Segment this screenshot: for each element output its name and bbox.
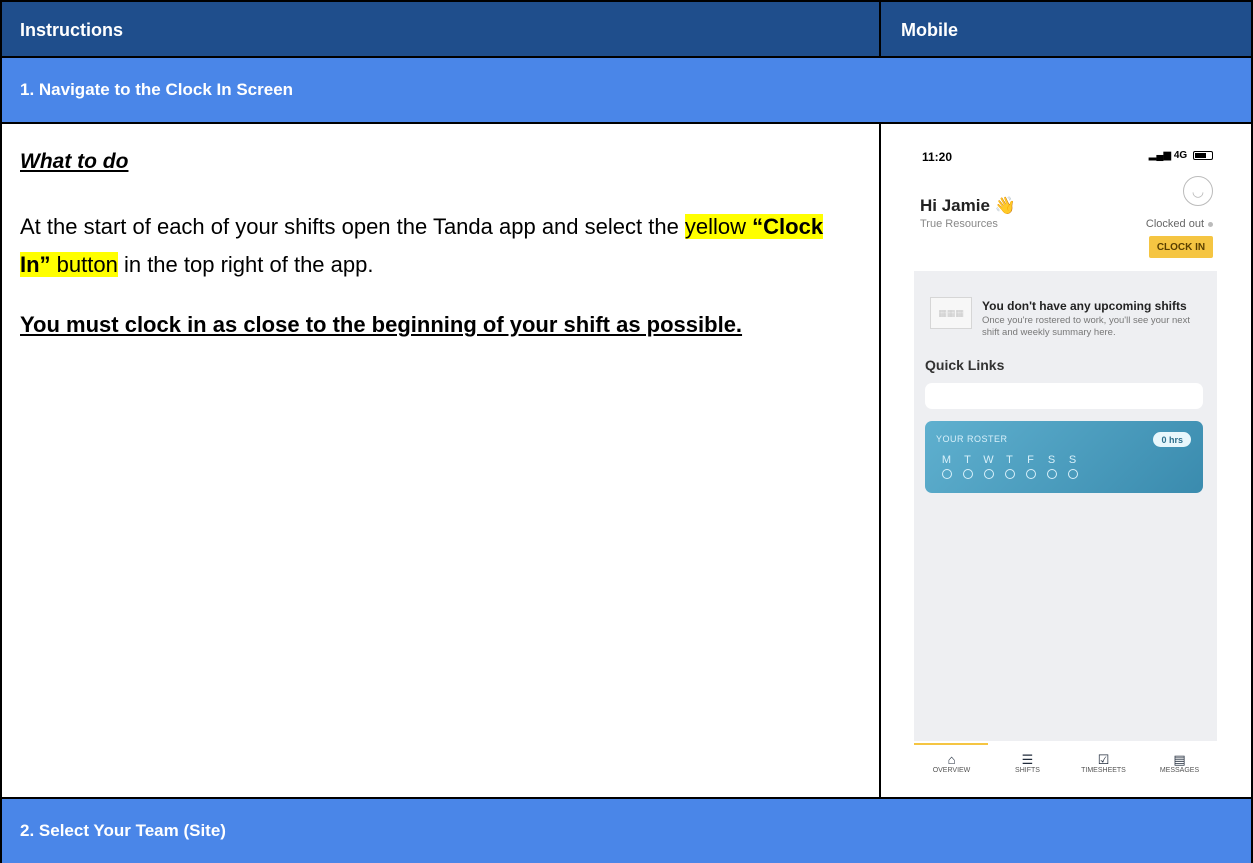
- day-circle-icon: [1046, 469, 1057, 479]
- clock-status-text: Clocked out: [1145, 218, 1204, 230]
- roster-card[interactable]: YOUR ROSTER 0 hrs M T W T F S S: [925, 421, 1203, 493]
- calendar-icon: ▦▦▦: [930, 297, 972, 329]
- day-label: T: [964, 454, 971, 466]
- timesheets-icon: ☑: [1097, 752, 1110, 767]
- day-label: F: [1027, 454, 1034, 466]
- tab-label: SHIFTS: [1015, 767, 1040, 774]
- tab-label: OVERVIEW: [932, 767, 971, 774]
- day-tuesday: T: [957, 455, 978, 479]
- quick-links-heading: Quick Links: [925, 357, 1005, 373]
- tab-shifts[interactable]: ☰ SHIFTS: [990, 752, 1065, 775]
- mobile-cell: 11:20 ▂▄▆ 4G Hi Jamie 👋 True Resources ◡…: [883, 124, 1251, 797]
- no-shifts-title: You don't have any upcoming shifts: [982, 299, 1187, 313]
- overview-content: ▦▦▦ You don't have any upcoming shifts O…: [914, 271, 1217, 741]
- day-circle-icon: [983, 469, 994, 479]
- highlight-yellow: yellow: [684, 214, 753, 239]
- day-circle-icon: [1067, 469, 1078, 479]
- shifts-icon: ☰: [1021, 752, 1034, 767]
- must-clock-in-note: You must clock in as close to the beginn…: [20, 312, 743, 337]
- home-icon: ⌂: [947, 752, 956, 767]
- instructions-table: Instructions Mobile 1. Navigate to the C…: [0, 0, 1253, 863]
- header-mobile: Mobile: [901, 19, 958, 40]
- bottom-tab-bar: ⌂ OVERVIEW ☰ SHIFTS ☑ TIMESHEETS ▤ MESSAGES: [914, 743, 1217, 786]
- tab-label: MESSAGES: [1159, 767, 1200, 774]
- day-circle-icon: [1025, 469, 1036, 479]
- active-tab-indicator: [914, 743, 988, 745]
- avatar-icon[interactable]: ◡: [1183, 176, 1213, 206]
- paragraph-text-end: in the top right of the app.: [117, 252, 374, 277]
- highlight-button: button: [50, 252, 118, 277]
- signal-indicator: ▂▄▆ 4G: [1149, 150, 1213, 161]
- clock-in-button[interactable]: CLOCK IN: [1149, 236, 1213, 258]
- day-thursday: T: [999, 455, 1020, 479]
- tab-timesheets[interactable]: ☑ TIMESHEETS: [1066, 752, 1141, 775]
- day-label: S: [1068, 454, 1077, 466]
- day-label: M: [941, 454, 952, 466]
- phone-screenshot: 11:20 ▂▄▆ 4G Hi Jamie 👋 True Resources ◡…: [899, 136, 1235, 786]
- day-saturday: S: [1041, 455, 1062, 479]
- network-label: 4G: [1173, 150, 1188, 161]
- instruction-paragraph: At the start of each of your shifts open…: [20, 208, 840, 284]
- table-header: Instructions Mobile: [2, 2, 1251, 58]
- day-circle-icon: [962, 469, 973, 479]
- day-circle-icon: [1004, 469, 1015, 479]
- header-instructions: Instructions: [2, 2, 881, 58]
- company-name: True Resources: [920, 218, 998, 230]
- greeting: Hi Jamie 👋: [920, 196, 1016, 215]
- roster-hours-badge: 0 hrs: [1153, 432, 1191, 447]
- section-2-heading: 2. Select Your Team (Site): [2, 797, 1251, 863]
- day-label: T: [1006, 454, 1013, 466]
- no-shifts-subtitle: Once you're rostered to work, you'll see…: [982, 315, 1190, 338]
- status-time: 11:20: [922, 150, 953, 164]
- roster-days: M T W T F S S: [936, 455, 1083, 479]
- day-monday: M: [936, 455, 957, 479]
- battery-icon: [1193, 150, 1213, 160]
- status-dot-icon: [1208, 221, 1213, 227]
- day-sunday: S: [1062, 455, 1083, 479]
- roster-label: YOUR ROSTER: [936, 434, 1008, 444]
- clock-status: Clocked out: [1146, 218, 1213, 230]
- signal-bars-icon: ▂▄▆: [1148, 150, 1172, 161]
- section-1-heading: 1. Navigate to the Clock In Screen: [2, 58, 1251, 124]
- tab-overview[interactable]: ⌂ OVERVIEW: [914, 752, 989, 775]
- day-label: W: [983, 454, 994, 466]
- day-label: S: [1047, 454, 1056, 466]
- what-to-do-heading: What to do: [20, 150, 129, 173]
- tab-label: TIMESHEETS: [1081, 767, 1126, 774]
- quick-links-box[interactable]: [925, 383, 1203, 409]
- section-1-body: What to do At the start of each of your …: [2, 124, 1251, 797]
- tab-messages[interactable]: ▤ MESSAGES: [1142, 752, 1217, 775]
- day-wednesday: W: [978, 455, 999, 479]
- paragraph-text-start: At the start of each of your shifts open…: [20, 214, 685, 239]
- messages-icon: ▤: [1173, 752, 1186, 767]
- day-friday: F: [1020, 455, 1041, 479]
- day-circle-icon: [941, 469, 952, 479]
- status-bar: 11:20 ▂▄▆ 4G: [899, 150, 1235, 170]
- instructions-cell: What to do At the start of each of your …: [2, 124, 881, 797]
